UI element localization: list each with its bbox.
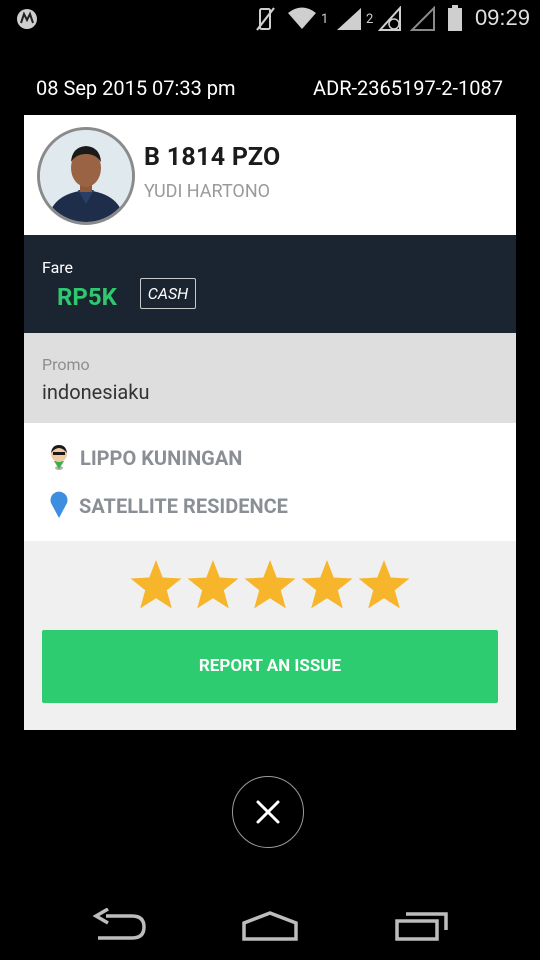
star-icon[interactable] [356,558,412,614]
clock: 09:29 [474,5,530,30]
pickup-location: LIPPO KUNINGAN [80,446,243,470]
back-button[interactable] [92,907,148,946]
star-icon[interactable] [128,558,184,614]
promo-label: Promo [42,355,90,374]
driver-name: YUDI HARTONO [144,181,271,202]
booking-id: ADR-2365197-2-1087 [313,76,503,100]
star-icon[interactable] [185,558,241,614]
close-button[interactable] [232,776,304,848]
fare-label: Fare [42,258,74,277]
trip-date: 08 Sep 2015 07:33 pm [36,76,236,100]
star-icon[interactable] [242,558,298,614]
fare-amount: RP5K [57,283,117,311]
promo-section: Promo indonesiaku [24,333,516,423]
star-icon[interactable] [299,558,355,614]
trip-header: 08 Sep 2015 07:33 pm ADR-2365197-2-1087 [0,76,540,106]
navigation-bar [0,890,540,960]
vibrate-mute-icon [254,6,276,36]
signal-2-icon [377,5,402,36]
no-signal-icon [409,5,436,36]
signal-1-icon [335,6,363,36]
home-button[interactable] [241,910,299,946]
driver-section: B 1814 PZO YUDI HARTONO [24,115,516,235]
report-issue-button[interactable]: REPORT AN ISSUE [42,630,498,703]
recent-apps-button[interactable] [394,910,450,946]
rating-section: REPORT AN ISSUE [24,541,516,730]
motorola-logo-icon [16,8,38,34]
status-bar: 1 2 09:29 [0,0,540,38]
close-icon [256,800,279,823]
payment-method-badge: CASH [140,278,196,309]
back-icon [92,907,146,940]
wifi-icon [287,6,317,34]
driver-pin-icon [48,443,70,475]
destination-location: SATELLITE RESIDENCE [79,494,288,518]
trip-detail-card: B 1814 PZO YUDI HARTONO Fare RP5K CASH P… [24,115,516,730]
sim1-label: 1 [321,12,329,27]
battery-icon [447,4,463,36]
driver-avatar [37,127,135,225]
fare-section: Fare RP5K CASH [24,235,516,333]
recent-apps-icon [395,912,448,941]
route-section: LIPPO KUNINGAN SATELLITE RESIDENCE [24,423,516,541]
vehicle-plate: B 1814 PZO [144,143,281,172]
home-icon [242,911,298,941]
promo-code: indonesiaku [42,380,150,404]
destination-pin-icon [49,491,69,523]
sim2-label: 2 [366,12,374,27]
